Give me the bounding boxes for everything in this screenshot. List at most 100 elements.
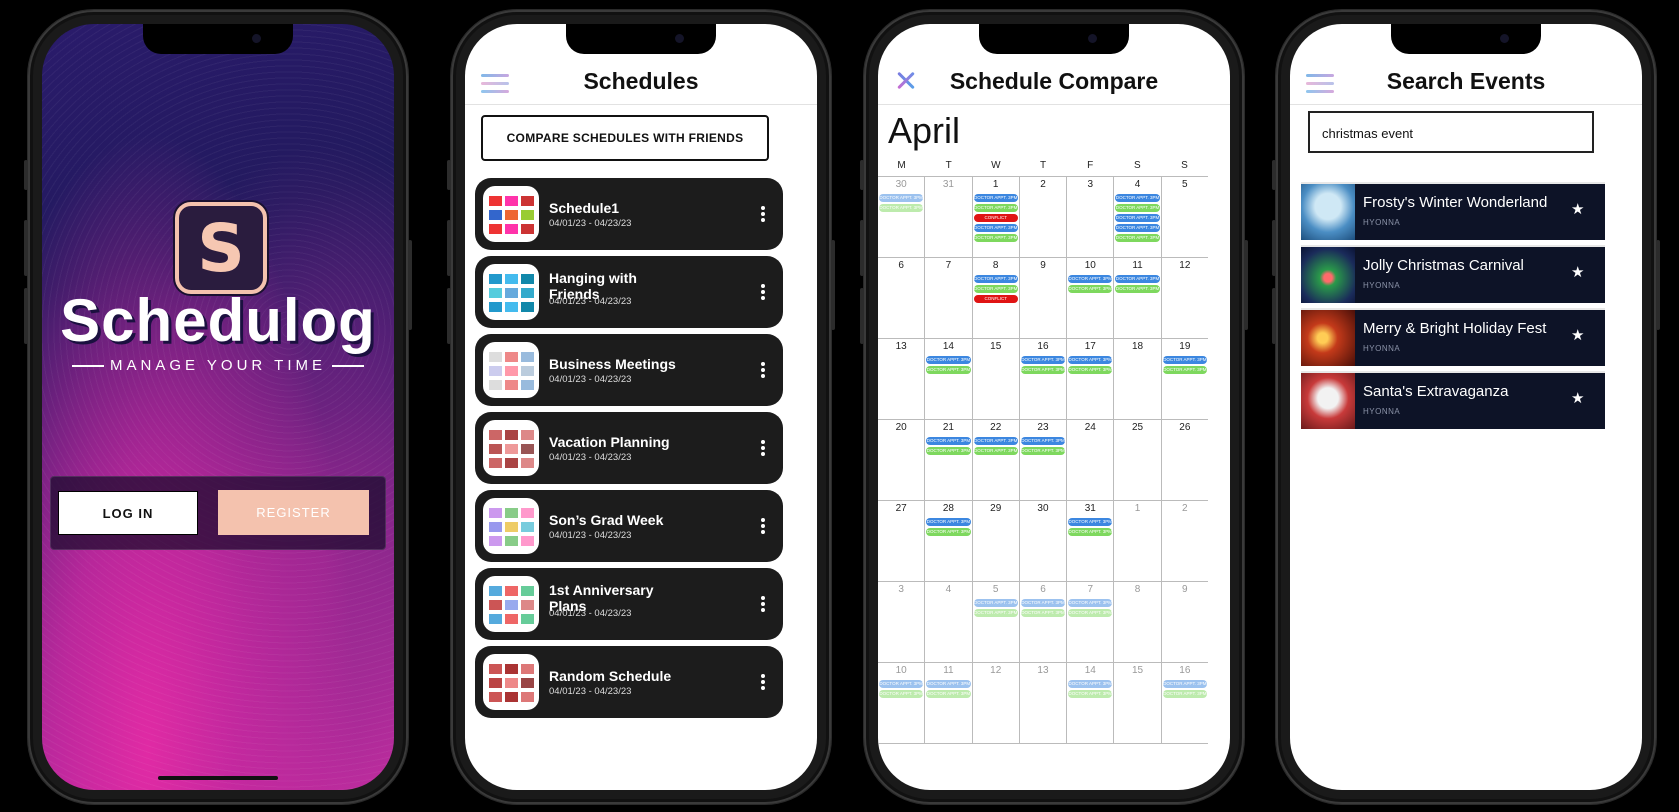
event-chip[interactable]: DOCTOR APPT. 3PM <box>1068 680 1113 688</box>
calendar-day[interactable]: 14 DOCTOR APPT. 3PM DOCTOR APPT. 3PM <box>1067 663 1115 743</box>
calendar-day[interactable]: 3 <box>1067 177 1115 257</box>
calendar-day[interactable]: 14 DOCTOR APPT. 3PM DOCTOR APPT. 3PM <box>925 339 973 419</box>
event-chip[interactable]: DOCTOR APPT. 3PM <box>879 194 924 202</box>
compare-schedules-button[interactable]: COMPARE SCHEDULES WITH FRIENDS <box>481 115 769 161</box>
calendar-day[interactable]: 11 DOCTOR APPT. 3PM DOCTOR APPT. 3PM <box>925 663 973 743</box>
event-chip[interactable]: DOCTOR APPT. 3PM <box>926 356 971 364</box>
event-chip[interactable]: DOCTOR APPT. 3PM <box>926 528 971 536</box>
event-chip[interactable]: DOCTOR APPT. 3PM <box>1068 528 1113 536</box>
search-input[interactable]: christmas event <box>1308 111 1594 153</box>
calendar-day[interactable]: 31 DOCTOR APPT. 3PM DOCTOR APPT. 3PM <box>1067 501 1115 581</box>
event-chip[interactable]: DOCTOR APPT. 3PM <box>973 224 1018 232</box>
login-button[interactable]: LOG IN <box>58 491 198 535</box>
calendar-day[interactable]: 19 DOCTOR APPT. 3PM DOCTOR APPT. 3PM <box>1162 339 1208 419</box>
calendar-day[interactable]: 6 DOCTOR APPT. 3PM DOCTOR APPT. 3PM <box>1020 582 1068 662</box>
favorite-star-icon[interactable]: ★ <box>1571 265 1587 281</box>
more-options-icon[interactable] <box>761 206 765 222</box>
calendar-day[interactable]: 1 DOCTOR APPT. 3PM DOCTOR APPT. 3PM CONFLIC… <box>973 177 1020 257</box>
more-options-icon[interactable] <box>761 362 765 378</box>
schedule-card[interactable]: Schedule1 04/01/23 - 04/23/23 <box>475 178 783 250</box>
event-chip[interactable]: DOCTOR APPT. 3PM <box>926 680 971 688</box>
schedule-card[interactable]: Hanging with Friends 04/01/23 - 04/23/23 <box>475 256 783 328</box>
event-chip[interactable]: DOCTOR APPT. 3PM <box>1068 356 1113 364</box>
event-result[interactable]: Jolly Christmas Carnival HYONNA ★ <box>1301 245 1605 303</box>
calendar-day[interactable]: 26 <box>1162 420 1208 500</box>
event-chip[interactable]: DOCTOR APPT. 3PM <box>973 234 1018 242</box>
calendar-day[interactable]: 12 <box>1162 258 1208 338</box>
calendar-day[interactable]: 15 <box>1114 663 1162 743</box>
event-chip[interactable]: DOCTOR APPT. 3PM <box>926 690 971 698</box>
calendar-day[interactable]: 18 <box>1114 339 1162 419</box>
calendar-day[interactable]: 7 DOCTOR APPT. 3PM DOCTOR APPT. 3PM <box>1067 582 1115 662</box>
calendar-day[interactable]: 16 DOCTOR APPT. 3PM DOCTOR APPT. 3PM <box>1162 663 1208 743</box>
event-chip[interactable]: DOCTOR APPT. 3PM <box>1020 437 1066 445</box>
conflict-event[interactable]: CONFLICT <box>973 295 1018 303</box>
calendar-day[interactable]: 15 <box>973 339 1020 419</box>
event-chip[interactable]: DOCTOR APPT. 3PM <box>973 447 1018 455</box>
event-chip[interactable]: DOCTOR APPT. 3PM <box>1115 204 1160 212</box>
calendar-day[interactable]: 5 <box>1162 177 1208 257</box>
event-chip[interactable]: DOCTOR APPT. 3PM <box>926 366 971 374</box>
event-chip[interactable]: DOCTOR APPT. 3PM <box>1115 214 1160 222</box>
calendar-day[interactable]: 4 <box>925 582 973 662</box>
event-chip[interactable]: DOCTOR APPT. 3PM <box>1115 275 1160 283</box>
calendar-day[interactable]: 27 <box>878 501 926 581</box>
event-result[interactable]: Frosty's Winter Wonderland HYONNA ★ <box>1301 182 1605 240</box>
calendar-day[interactable]: 16 DOCTOR APPT. 3PM DOCTOR APPT. 3PM <box>1020 339 1068 419</box>
calendar-day[interactable]: 28 DOCTOR APPT. 3PM DOCTOR APPT. 3PM <box>925 501 973 581</box>
event-chip[interactable]: DOCTOR APPT. 3PM <box>973 285 1018 293</box>
more-options-icon[interactable] <box>761 596 765 612</box>
calendar-day[interactable]: 11 DOCTOR APPT. 3PM DOCTOR APPT. 3PM <box>1114 258 1162 338</box>
event-chip[interactable]: DOCTOR APPT. 3PM <box>926 437 971 445</box>
calendar-day[interactable]: 17 DOCTOR APPT. 3PM DOCTOR APPT. 3PM <box>1067 339 1115 419</box>
calendar-day[interactable]: 30 DOCTOR APPT. 3PM DOCTOR APPT. 3PM <box>878 177 926 257</box>
calendar-day[interactable]: 22 DOCTOR APPT. 3PM DOCTOR APPT. 3PM <box>973 420 1020 500</box>
calendar-day[interactable]: 23 DOCTOR APPT. 3PM DOCTOR APPT. 3PM <box>1020 420 1068 500</box>
event-chip[interactable]: DOCTOR APPT. 3PM <box>926 518 971 526</box>
event-chip[interactable]: DOCTOR APPT. 3PM <box>1115 224 1160 232</box>
event-chip[interactable]: DOCTOR APPT. 3PM <box>1162 690 1207 698</box>
schedule-card[interactable]: Vacation Planning 04/01/23 - 04/23/23 <box>475 412 783 484</box>
event-chip[interactable]: DOCTOR APPT. 3PM <box>1020 356 1066 364</box>
favorite-star-icon[interactable]: ★ <box>1571 328 1587 344</box>
calendar-day[interactable]: 9 <box>1020 258 1068 338</box>
event-chip[interactable]: DOCTOR APPT. 3PM <box>1068 275 1113 283</box>
event-chip[interactable]: DOCTOR APPT. 3PM <box>879 204 924 212</box>
conflict-event[interactable]: CONFLICT <box>973 214 1018 222</box>
calendar-day[interactable]: 1 <box>1114 501 1162 581</box>
calendar-day[interactable]: 29 <box>973 501 1020 581</box>
favorite-star-icon[interactable]: ★ <box>1571 391 1587 407</box>
more-options-icon[interactable] <box>761 440 765 456</box>
calendar-day[interactable]: 5 DOCTOR APPT. 3PM DOCTOR APPT. 3PM <box>973 582 1020 662</box>
calendar-day[interactable]: 24 <box>1067 420 1115 500</box>
calendar-day[interactable]: 2 <box>1020 177 1068 257</box>
favorite-star-icon[interactable]: ★ <box>1571 202 1587 218</box>
event-chip[interactable]: DOCTOR APPT. 3PM <box>879 680 924 688</box>
event-chip[interactable]: DOCTOR APPT. 3PM <box>1115 234 1160 242</box>
event-chip[interactable]: DOCTOR APPT. 3PM <box>1020 447 1066 455</box>
calendar-day[interactable]: 21 DOCTOR APPT. 3PM DOCTOR APPT. 3PM <box>925 420 973 500</box>
calendar-day[interactable]: 2 <box>1162 501 1208 581</box>
schedule-card[interactable]: Son’s Grad Week 04/01/23 - 04/23/23 <box>475 490 783 562</box>
more-options-icon[interactable] <box>761 284 765 300</box>
calendar-day[interactable]: 6 <box>878 258 926 338</box>
calendar-day[interactable]: 7 <box>925 258 973 338</box>
calendar-day[interactable]: 13 <box>1020 663 1068 743</box>
event-chip[interactable]: DOCTOR APPT. 3PM <box>926 447 971 455</box>
calendar-day[interactable]: 20 <box>878 420 926 500</box>
event-chip[interactable]: DOCTOR APPT. 3PM <box>973 204 1018 212</box>
more-options-icon[interactable] <box>761 674 765 690</box>
event-chip[interactable]: DOCTOR APPT. 3PM <box>1068 609 1113 617</box>
schedule-card[interactable]: Random Schedule 04/01/23 - 04/23/23 <box>475 646 783 718</box>
calendar-day[interactable]: 12 <box>973 663 1020 743</box>
register-button[interactable]: REGISTER <box>218 490 369 535</box>
calendar-day[interactable]: 25 <box>1114 420 1162 500</box>
event-chip[interactable]: DOCTOR APPT. 3PM <box>1020 366 1066 374</box>
calendar-day[interactable]: 10 DOCTOR APPT. 3PM DOCTOR APPT. 3PM <box>878 663 926 743</box>
schedule-card[interactable]: 1st Anniversary Plans 04/01/23 - 04/23/23 <box>475 568 783 640</box>
event-chip[interactable]: DOCTOR APPT. 3PM <box>973 437 1018 445</box>
calendar-day[interactable]: 10 DOCTOR APPT. 3PM DOCTOR APPT. 3PM <box>1067 258 1115 338</box>
event-chip[interactable]: DOCTOR APPT. 3PM <box>1115 194 1160 202</box>
event-chip[interactable]: DOCTOR APPT. 3PM <box>973 194 1018 202</box>
calendar-day[interactable]: 8 DOCTOR APPT. 3PM DOCTOR APPT. 3PM CONFLIC… <box>973 258 1020 338</box>
